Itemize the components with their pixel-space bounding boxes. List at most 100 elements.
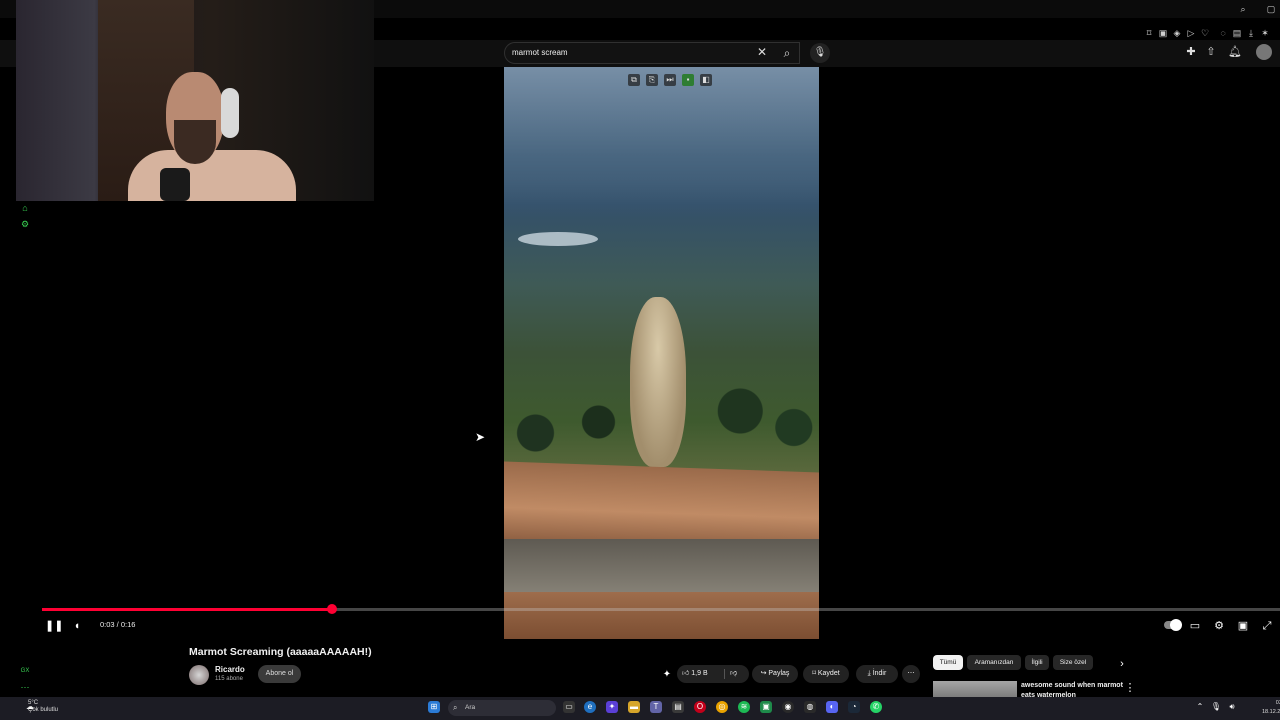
- box-icon[interactable]: ▤: [1232, 28, 1242, 38]
- volume-icon[interactable]: ◖: [70, 619, 84, 633]
- ai-icon[interactable]: ✶: [1260, 28, 1270, 38]
- theater-icon[interactable]: ◧: [700, 74, 712, 86]
- chip-related[interactable]: İlgili: [1025, 655, 1049, 670]
- webcam-headphones: [221, 88, 239, 138]
- skip-icon[interactable]: ⏭: [664, 74, 676, 86]
- discord-icon[interactable]: ◐: [826, 701, 838, 713]
- chip-for-you[interactable]: Size özel: [1053, 655, 1093, 670]
- clock-time: 03:: [1275, 700, 1280, 706]
- bookmark-icon[interactable]: ⌑: [1144, 28, 1154, 38]
- search-icon: ⌕: [453, 703, 458, 712]
- gx-mode-icon[interactable]: ▪: [682, 74, 694, 86]
- play-icon[interactable]: ▷: [1186, 28, 1196, 38]
- weather-desc: Çok bulutlu: [28, 707, 59, 713]
- popout-icon[interactable]: ⧉: [628, 74, 640, 86]
- dislike-button[interactable]: 👎︎: [730, 665, 737, 683]
- weather-widget[interactable]: 5°C Çok bulutlu: [28, 700, 58, 714]
- opera-gx-icon[interactable]: O: [694, 701, 706, 713]
- taskbar-search-label: Ara: [465, 704, 476, 711]
- settings-icon[interactable]: ⚙: [20, 219, 30, 229]
- tray-chevron-icon[interactable]: ⌃: [1194, 701, 1206, 713]
- snapshot-icon[interactable]: ⎘: [646, 74, 658, 86]
- subscribe-button[interactable]: Abone ol: [258, 665, 301, 683]
- create-icon[interactable]: ✚: [1184, 45, 1198, 59]
- miniplayer-icon[interactable]: ▣: [1236, 619, 1250, 633]
- account-avatar[interactable]: [1256, 44, 1272, 60]
- chip-from-search[interactable]: Aramanızdan: [967, 655, 1021, 670]
- search-query: marmot scream: [512, 48, 568, 57]
- subtitles-icon[interactable]: ▭: [1188, 619, 1202, 633]
- file-explorer-icon[interactable]: ▬: [628, 701, 640, 713]
- video-overlay-tools: ⧉ ⎘ ⏭ ▪ ◧: [626, 74, 716, 88]
- share-label: Paylaş: [768, 670, 790, 677]
- chevron-right-icon[interactable]: ›: [1115, 657, 1129, 671]
- webcam-person-beard: [174, 120, 216, 164]
- mouse-cursor: ➤: [475, 430, 486, 444]
- save-label: Kaydet: [817, 670, 840, 677]
- video-marmot: [630, 297, 686, 467]
- clear-search-icon[interactable]: ✕: [755, 45, 769, 59]
- progress-scrubber[interactable]: [326, 604, 337, 614]
- download-button[interactable]: ⤓ İndir: [856, 665, 898, 683]
- xbox-icon[interactable]: ▣: [760, 701, 772, 713]
- like-button[interactable]: 👍︎ 1,9 B: [682, 665, 708, 683]
- progress-bar-played: [42, 608, 332, 611]
- autoplay-toggle[interactable]: [1164, 619, 1182, 631]
- notifications-bell-icon[interactable]: 🔔︎: [1228, 45, 1242, 59]
- video-lake: [518, 232, 598, 246]
- like-dislike-pill: 👍︎ 1,9 B 👎︎: [677, 665, 749, 683]
- chat-icon[interactable]: ◌: [1218, 28, 1228, 38]
- webcam-microphone: [160, 168, 190, 201]
- edge-icon[interactable]: e: [584, 701, 596, 713]
- video-mountains: [504, 67, 819, 217]
- windows-taskbar: [0, 697, 1280, 720]
- search-button[interactable]: ⌕: [776, 42, 798, 64]
- channel-avatar[interactable]: [189, 665, 209, 685]
- download-icon[interactable]: ⤓: [1246, 28, 1256, 38]
- chrome-icon[interactable]: ◎: [716, 701, 728, 713]
- snapshot-icon[interactable]: ▣: [1158, 28, 1168, 38]
- teams-icon[interactable]: T: [650, 701, 662, 713]
- settings-gear-icon[interactable]: ⚙: [1212, 619, 1226, 633]
- chip-all[interactable]: Tümü: [933, 655, 963, 670]
- home-icon[interactable]: ⌂: [20, 203, 30, 213]
- search-icon: ⌕: [783, 46, 791, 60]
- sparkle-icon[interactable]: ✦: [660, 668, 674, 682]
- voice-search-button[interactable]: 🎙: [810, 43, 830, 63]
- steam-icon[interactable]: ◔: [848, 701, 860, 713]
- search-icon[interactable]: ⌕: [1238, 4, 1248, 14]
- obs-icon[interactable]: ◍: [804, 701, 816, 713]
- more-icon: ⋯: [907, 670, 915, 677]
- camera-app-icon[interactable]: ◉: [782, 701, 794, 713]
- store-icon[interactable]: ▤: [672, 701, 684, 713]
- window-icon[interactable]: ▢: [1266, 4, 1276, 14]
- spotify-icon[interactable]: ≋: [738, 701, 750, 713]
- pause-icon[interactable]: ❚❚: [45, 619, 63, 633]
- upload-icon[interactable]: ⇧: [1204, 45, 1218, 59]
- channel-name[interactable]: Ricardo: [215, 665, 245, 674]
- share-button[interactable]: ↪ Paylaş: [752, 665, 798, 683]
- like-count: 1,9 B: [691, 670, 708, 677]
- recommended-menu-icon[interactable]: ⋮: [1123, 681, 1137, 695]
- download-label: İndir: [872, 670, 887, 677]
- fullscreen-icon[interactable]: ⤢: [1260, 619, 1274, 633]
- task-view-icon[interactable]: ▭: [563, 701, 575, 713]
- volume-tray-icon[interactable]: 🔊︎: [1226, 701, 1238, 713]
- more-actions-button[interactable]: ⋯: [902, 665, 920, 683]
- start-icon[interactable]: ⊞: [428, 701, 440, 713]
- taskbar-search[interactable]: ⌕ Ara: [448, 700, 556, 716]
- copilot-icon[interactable]: ✦: [606, 701, 618, 713]
- microphone-tray-icon[interactable]: 🎙: [1210, 701, 1222, 713]
- heart-icon[interactable]: ♡: [1200, 28, 1210, 38]
- whatsapp-icon[interactable]: ✆: [870, 701, 882, 713]
- save-button[interactable]: ⌑ Kaydet: [803, 665, 849, 683]
- video-frame[interactable]: [504, 67, 819, 639]
- microphone-icon: 🎙: [813, 47, 827, 58]
- more-icon[interactable]: ⋯: [20, 682, 30, 692]
- video-lower-rail: [504, 592, 819, 639]
- video-title: Marmot Screaming (aaaaaAAAAAH!): [189, 646, 372, 658]
- taskbar-clock[interactable]: 03: 18.12.20: [1262, 699, 1280, 717]
- shield-icon[interactable]: ◈: [1172, 28, 1182, 38]
- video-rocks: [504, 539, 819, 599]
- webcam-overlay: [16, 0, 374, 201]
